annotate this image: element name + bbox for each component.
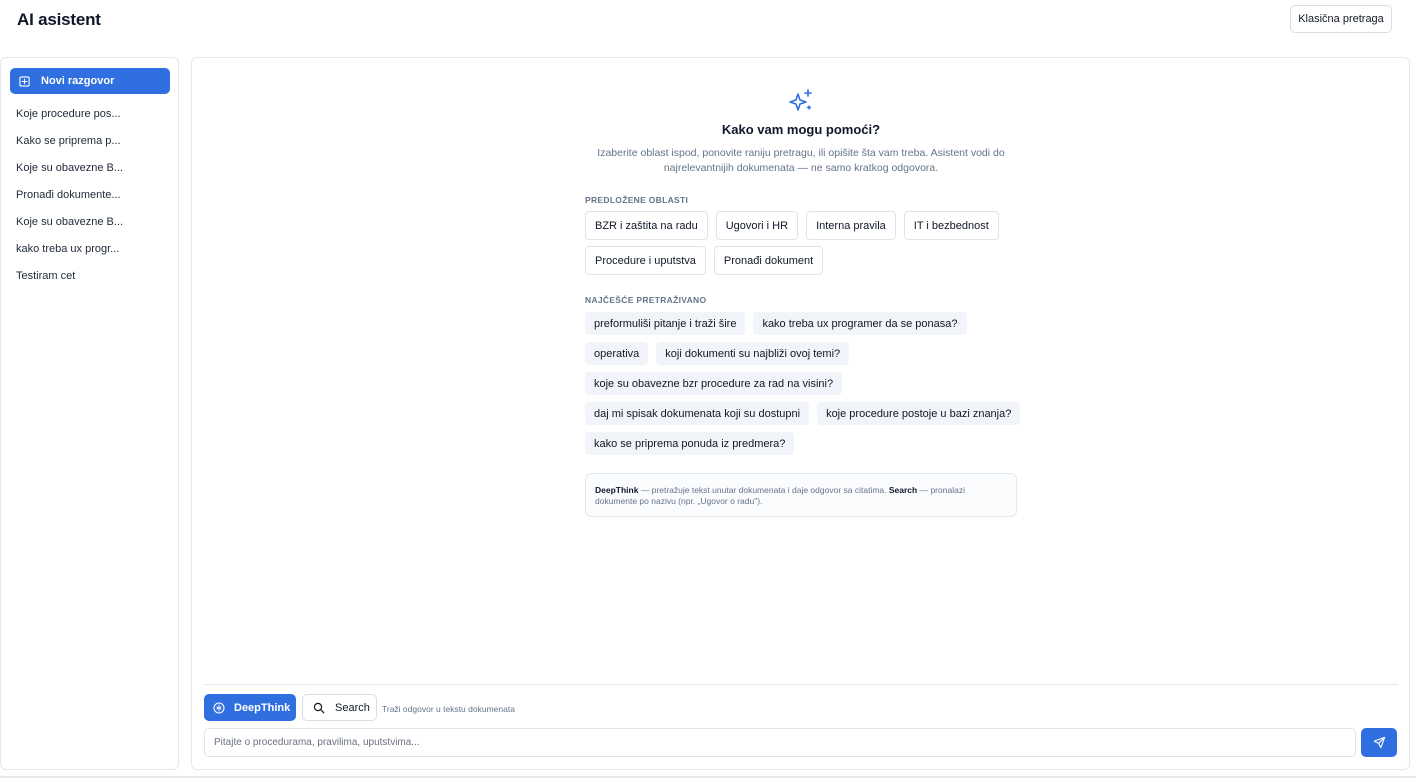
app-title: AI asistent <box>17 10 101 29</box>
popular-searches-row: daj mi spisak dokumenata koji su dostupn… <box>585 402 1021 425</box>
deepthink-mode-button[interactable]: DeepThink <box>204 694 296 721</box>
area-chip[interactable]: BZR i zaštita na radu <box>585 211 708 240</box>
new-chat-button[interactable]: Novi razgovor <box>10 68 170 94</box>
query-chip[interactable]: kako treba ux programer da se ponasa? <box>753 312 967 335</box>
popular-searches-label: NAJČEŠĆE PRETRAŽIVANO <box>585 295 707 305</box>
query-chip[interactable]: preformuliši pitanje i traži šire <box>585 312 746 335</box>
suggested-areas-row: Procedure i uputstva Pronađi dokument <box>585 246 824 275</box>
history-item[interactable]: Pronađi dokumente... <box>16 188 166 215</box>
history-item[interactable]: kako treba ux progr... <box>16 242 166 269</box>
query-chip[interactable]: koji dokumenti su najbliži ovoj temi? <box>656 342 850 365</box>
area-chip[interactable]: Ugovori i HR <box>715 211 799 240</box>
send-button[interactable] <box>1361 728 1397 757</box>
popular-searches-row: operativa koji dokumenti su najbliži ovo… <box>585 342 850 365</box>
query-chip[interactable]: koje su obavezne bzr procedure za rad na… <box>585 372 843 395</box>
top-bar: AI asistent Klasična pretraga <box>0 0 1416 42</box>
deepthink-mode-label: DeepThink <box>234 701 291 714</box>
info-deepthink-text: — pretražuje tekst unutar dokumenata i d… <box>638 485 889 495</box>
area-chip[interactable]: Pronađi dokument <box>713 246 824 275</box>
popular-searches-row: preformuliši pitanje i traži šire kako t… <box>585 312 967 335</box>
sidebar: Novi razgovor Koje procedure pos... Kako… <box>0 57 179 770</box>
history-item[interactable]: Testiram cet <box>16 269 166 296</box>
suggested-areas-row: BZR i zaštita na radu Ugovori i HR Inter… <box>585 211 999 240</box>
send-icon <box>1373 736 1385 749</box>
query-chip[interactable]: operativa <box>585 342 649 365</box>
chat-panel: Kako vam mogu pomoći? Izaberite oblast i… <box>191 57 1410 770</box>
mode-info-box: DeepThink — pretražuje tekst unutar doku… <box>585 473 1017 517</box>
query-chip[interactable]: kako se priprema ponuda iz predmera? <box>585 432 795 455</box>
welcome-subtitle: Izaberite oblast ispod, ponovite raniju … <box>597 147 1005 174</box>
history-item[interactable]: Kako se priprema p... <box>16 134 166 161</box>
composer-divider <box>204 684 1398 685</box>
query-chip[interactable]: daj mi spisak dokumenata koji su dostupn… <box>585 402 810 425</box>
chat-input[interactable] <box>204 728 1356 757</box>
sparkles-icon <box>789 89 812 111</box>
history-item[interactable]: Koje su obavezne B... <box>16 215 166 242</box>
new-chat-label: Novi razgovor <box>41 75 115 87</box>
new-chat-icon <box>19 75 30 87</box>
window-bottom-border <box>0 776 1416 778</box>
brain-icon <box>213 701 225 714</box>
history-item[interactable]: Koje procedure pos... <box>16 107 166 134</box>
mode-hint: Traži odgovor u tekstu dokumenata <box>382 704 515 714</box>
area-chip[interactable]: Procedure i uputstva <box>585 246 706 275</box>
info-search-label: Search <box>888 485 918 495</box>
area-chip[interactable]: IT i bezbednost <box>903 211 999 240</box>
popular-searches-row: koje su obavezne bzr procedure za rad na… <box>585 372 843 395</box>
info-deepthink-label: DeepThink <box>595 485 639 495</box>
search-mode-button[interactable]: Search <box>302 694 377 721</box>
history-item[interactable]: Koje su obavezne B... <box>16 161 166 188</box>
search-mode-label: Search <box>335 701 370 714</box>
search-icon <box>313 702 325 713</box>
suggested-areas-label: PREDLOŽENE OBLASTI <box>585 195 689 205</box>
welcome-title: Kako vam mogu pomoći? <box>721 122 881 137</box>
popular-searches-row: kako se priprema ponuda iz predmera? <box>585 432 795 455</box>
classic-search-button[interactable]: Klasična pretraga <box>1290 5 1392 33</box>
chat-history: Koje procedure pos... Kako se priprema p… <box>16 107 166 296</box>
query-chip[interactable]: koje procedure postoje u bazi znanja? <box>817 402 1021 425</box>
area-chip[interactable]: Interna pravila <box>806 211 896 240</box>
